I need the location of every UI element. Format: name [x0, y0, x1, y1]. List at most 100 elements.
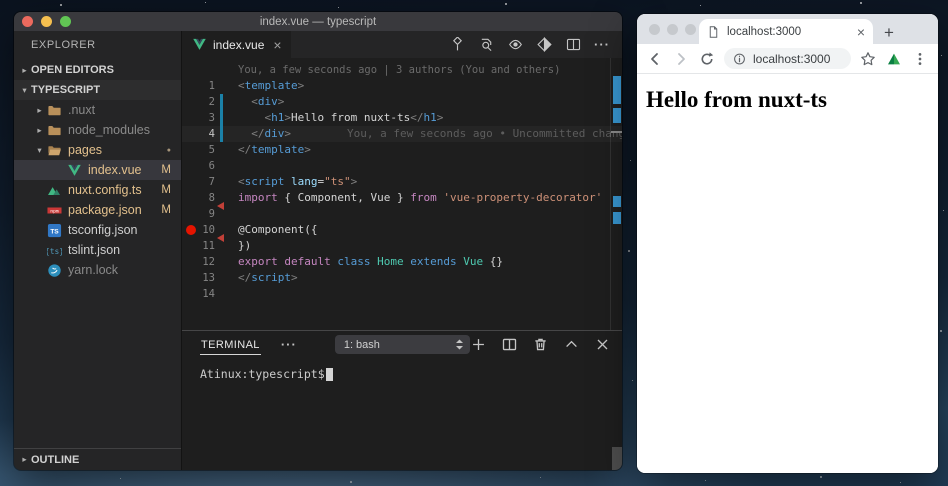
- file-row-tsconfig.json[interactable]: TStsconfig.json: [14, 220, 181, 240]
- code-line-14[interactable]: 14: [182, 286, 622, 302]
- gutter[interactable]: 8: [182, 190, 238, 206]
- open-changes-icon[interactable]: [536, 37, 552, 53]
- code-line-8[interactable]: 8import { Component, Vue } from 'vue-pro…: [182, 190, 622, 206]
- new-terminal-icon[interactable]: [470, 337, 486, 353]
- code-line-3[interactable]: 3 <h1>Hello from nuxt-ts</h1>: [182, 110, 622, 126]
- code-line-7[interactable]: 7<script lang="ts">: [182, 174, 622, 190]
- site-info-icon[interactable]: [733, 52, 746, 65]
- file-row-node_modules[interactable]: ▸node_modules: [14, 120, 181, 140]
- file-row-pages[interactable]: ▾pages●: [14, 140, 181, 160]
- toggle-blame-icon[interactable]: [507, 37, 523, 53]
- code-line-9[interactable]: 9: [182, 206, 622, 222]
- new-tab-button[interactable]: +: [884, 24, 894, 41]
- file-row-nuxt.config.ts[interactable]: nuxt.config.tsM: [14, 180, 181, 200]
- reload-icon[interactable]: [698, 50, 716, 68]
- gutter[interactable]: 9: [182, 206, 238, 222]
- gutter[interactable]: 1: [182, 78, 238, 94]
- browser-menu-icon[interactable]: [911, 50, 929, 68]
- code-line-4[interactable]: 4 </div>You, a few seconds ago • Uncommi…: [182, 126, 622, 142]
- close-window-button[interactable]: [22, 16, 33, 27]
- close-panel-icon[interactable]: [594, 337, 610, 353]
- ruler-mark: [613, 212, 621, 224]
- gitlens-icon[interactable]: [449, 37, 465, 53]
- file-row-.nuxt[interactable]: ▸.nuxt: [14, 100, 181, 120]
- gutter[interactable]: 2: [182, 94, 238, 110]
- svg-text:{ts}: {ts}: [47, 246, 62, 255]
- code-line-5[interactable]: 5</template>: [182, 142, 622, 158]
- open-editors-section[interactable]: ▸ OPEN EDITORS: [14, 60, 181, 80]
- outline-section[interactable]: ▸ OUTLINE: [14, 448, 181, 470]
- gutter[interactable]: 7: [182, 174, 238, 190]
- code-line-6[interactable]: 6: [182, 158, 622, 174]
- gutter[interactable]: 4: [182, 126, 238, 142]
- tab-label: index.vue: [213, 38, 264, 52]
- workspace-section[interactable]: ▾ TYPESCRIPT: [14, 80, 181, 100]
- ruler-mark: [613, 108, 621, 123]
- close-tab-icon[interactable]: ×: [857, 25, 865, 39]
- select-stepper-icon: [454, 338, 465, 351]
- code-text: <template>: [238, 78, 304, 94]
- file-row-package.json[interactable]: npmpackage.jsonM: [14, 200, 181, 220]
- terminal-cursor: [326, 368, 333, 381]
- gutter[interactable]: 11: [182, 238, 238, 254]
- blame-annotation[interactable]: You, a few seconds ago | 3 authors (You …: [182, 62, 622, 78]
- gutter[interactable]: 5: [182, 142, 238, 158]
- code-line-2[interactable]: 2 <div>: [182, 94, 622, 110]
- tab-title: localhost:3000: [727, 26, 850, 38]
- tslint-icon: {ts}: [46, 242, 62, 258]
- minimize-window-button[interactable]: [667, 24, 678, 35]
- code-text: <h1>Hello from nuxt-ts</h1>: [238, 110, 443, 126]
- minimize-window-button[interactable]: [41, 16, 52, 27]
- address-bar[interactable]: localhost:3000: [724, 48, 851, 69]
- terminal-scrollbar[interactable]: [612, 447, 622, 470]
- code-line-13[interactable]: 13</script>: [182, 270, 622, 286]
- file-row-index.vue[interactable]: index.vueM: [14, 160, 181, 180]
- file-row-yarn.lock[interactable]: yarn.lock: [14, 260, 181, 280]
- vue-icon: [191, 37, 207, 53]
- terminal-actions: [470, 337, 610, 353]
- chevron-right-icon: ▸: [18, 454, 31, 465]
- code-line-1[interactable]: 1<template>: [182, 78, 622, 94]
- maximize-panel-icon[interactable]: [563, 337, 579, 353]
- gutter[interactable]: 13: [182, 270, 238, 286]
- split-terminal-icon[interactable]: [501, 337, 517, 353]
- more-actions-icon[interactable]: ···: [594, 37, 610, 53]
- code-line-11[interactable]: 11}): [182, 238, 622, 254]
- folder-open-icon: [46, 142, 62, 158]
- vscode-titlebar[interactable]: index.vue — typescript: [14, 12, 622, 31]
- zoom-window-button[interactable]: [60, 16, 71, 27]
- gutter[interactable]: 14: [182, 286, 238, 302]
- terminal-more-icon[interactable]: ···: [281, 337, 297, 352]
- gutter[interactable]: 6: [182, 158, 238, 174]
- terminal-tab[interactable]: TERMINAL: [200, 335, 261, 355]
- terminal-output[interactable]: Atinux:typescript$: [182, 358, 622, 381]
- sidebar-empty-area: [14, 280, 181, 448]
- search-file-icon[interactable]: [478, 37, 494, 53]
- code-editor[interactable]: You, a few seconds ago | 3 authors (You …: [182, 58, 622, 330]
- folder-icon: [46, 122, 62, 138]
- file-row-tslint.json[interactable]: {ts}tslint.json: [14, 240, 181, 260]
- terminal-shell-select[interactable]: 1: bash: [335, 335, 470, 354]
- vscode-window: index.vue — typescript EXPLORER ▸ OPEN E…: [14, 12, 622, 470]
- line-number: 9: [182, 206, 215, 222]
- code-line-12[interactable]: 12export default class Home extends Vue …: [182, 254, 622, 270]
- tab-index-vue[interactable]: index.vue ×: [182, 31, 291, 58]
- close-window-button[interactable]: [649, 24, 660, 35]
- code-line-10[interactable]: 10@Component({: [182, 222, 622, 238]
- page-heading: Hello from nuxt-ts: [646, 87, 928, 113]
- kill-terminal-icon[interactable]: [532, 337, 548, 353]
- modified-dot-badge: ●: [167, 147, 171, 154]
- gutter[interactable]: 12: [182, 254, 238, 270]
- forward-icon[interactable]: [672, 50, 690, 68]
- gutter[interactable]: 3: [182, 110, 238, 126]
- back-icon[interactable]: [646, 50, 664, 68]
- zoom-window-button[interactable]: [685, 24, 696, 35]
- browser-tab[interactable]: localhost:3000 ×: [699, 19, 873, 44]
- split-editor-icon[interactable]: [565, 37, 581, 53]
- overview-ruler[interactable]: [610, 58, 622, 330]
- extension-icon[interactable]: [885, 50, 903, 68]
- bookmark-star-icon[interactable]: [859, 50, 877, 68]
- close-tab-icon[interactable]: ×: [273, 38, 281, 52]
- gutter[interactable]: 10: [182, 222, 238, 238]
- file-tree: ▸.nuxt▸node_modules▾pages●index.vueMnuxt…: [14, 100, 181, 280]
